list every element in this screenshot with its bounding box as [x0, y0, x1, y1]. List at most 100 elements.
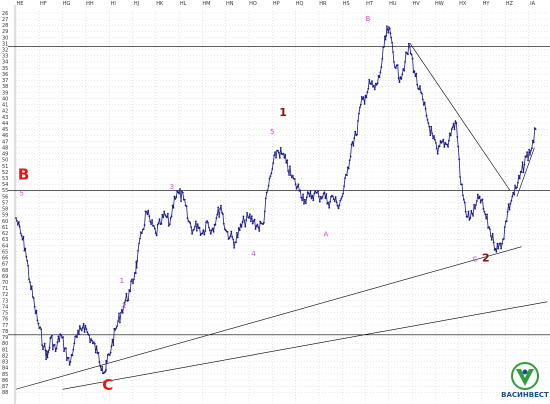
price-point — [430, 125, 433, 128]
price-point — [529, 154, 531, 156]
price-point — [265, 191, 268, 194]
price-point — [332, 198, 335, 201]
price-point — [282, 152, 285, 155]
price-point — [318, 195, 320, 198]
x-tick-label: HJ — [134, 1, 139, 7]
price-point — [150, 223, 153, 226]
price-point — [390, 36, 392, 39]
y-tick-label: 80 — [2, 341, 8, 347]
x-tick-label: HI — [111, 1, 116, 7]
x-tick-label: HX — [459, 1, 467, 7]
wave-label: 5 — [270, 128, 274, 136]
price-point — [278, 157, 281, 159]
price-point — [108, 354, 111, 356]
price-point — [527, 159, 529, 162]
price-point — [257, 226, 260, 229]
wave-label: 3 — [170, 183, 174, 191]
price-point — [414, 75, 417, 77]
price-point — [236, 232, 238, 234]
price-point — [232, 238, 235, 241]
price-point — [37, 322, 40, 325]
x-tick-label: HL — [180, 1, 187, 7]
price-point — [210, 229, 213, 232]
price-point — [340, 197, 343, 200]
price-point — [488, 226, 490, 229]
price-point — [468, 218, 471, 221]
price-point — [76, 336, 78, 339]
y-tick-label: 33 — [2, 54, 8, 60]
price-point — [110, 345, 113, 348]
price-point — [43, 345, 45, 348]
price-point — [58, 340, 61, 343]
wave-label: C — [102, 376, 113, 394]
price-point — [91, 339, 93, 342]
price-point — [142, 228, 145, 231]
price-point — [275, 156, 277, 159]
price-point — [266, 189, 269, 192]
y-tick-label: 63 — [2, 237, 8, 243]
y-tick-label: 53 — [2, 176, 8, 182]
price-point — [520, 171, 523, 174]
price-point — [169, 217, 172, 219]
x-tick-label: HV — [413, 1, 421, 7]
price-point — [166, 216, 168, 219]
price-point — [531, 147, 533, 150]
y-tick-label: 28 — [2, 23, 8, 29]
price-point — [106, 360, 108, 363]
price-point — [50, 336, 52, 339]
price-point — [26, 259, 29, 262]
y-tick-label: 64 — [2, 243, 8, 249]
price-point — [373, 84, 375, 87]
price-point — [490, 235, 492, 237]
price-point — [21, 238, 24, 241]
x-tick-label: HM — [202, 1, 210, 7]
price-point — [335, 201, 338, 204]
price-point — [402, 68, 405, 70]
y-tick-label: 46 — [2, 133, 8, 139]
price-point — [209, 229, 211, 232]
price-point — [33, 305, 36, 308]
price-point — [253, 218, 256, 221]
price-point — [470, 209, 473, 212]
y-tick-label: 74 — [2, 304, 8, 310]
price-point — [153, 225, 155, 227]
price-point — [143, 224, 146, 226]
price-point — [112, 344, 115, 347]
logo-text: ВАСИНВЕСТ — [501, 391, 549, 399]
price-point — [349, 155, 352, 158]
y-tick-label: 26 — [2, 11, 8, 17]
price-point — [311, 195, 314, 197]
price-point — [392, 51, 394, 53]
price-point — [438, 145, 441, 148]
price-point — [354, 130, 357, 133]
price-point — [316, 192, 318, 194]
price-point — [305, 202, 307, 205]
price-point — [289, 165, 291, 168]
price-point — [317, 190, 319, 193]
price-point — [219, 208, 222, 210]
price-point — [154, 227, 156, 230]
price-point — [277, 151, 280, 154]
price-point — [531, 139, 534, 142]
price-point — [175, 196, 178, 199]
price-point — [242, 215, 245, 218]
price-point — [190, 226, 193, 229]
price-point — [273, 154, 276, 157]
price-point — [353, 137, 356, 140]
price-point — [285, 162, 288, 164]
price-point — [370, 83, 372, 85]
y-tick-label: 48 — [2, 145, 8, 151]
price-point — [435, 142, 437, 144]
price-point — [446, 143, 448, 146]
y-tick-label: 79 — [2, 335, 8, 341]
price-point — [56, 341, 59, 344]
price-point — [163, 210, 166, 213]
y-tick-label: 36 — [2, 72, 8, 78]
price-point — [483, 210, 486, 213]
y-tick-label: 31 — [2, 41, 8, 47]
price-point — [347, 167, 350, 170]
price-point — [137, 249, 140, 252]
y-tick-label: 78 — [2, 329, 8, 335]
price-point — [307, 192, 310, 195]
price-point — [495, 251, 498, 253]
